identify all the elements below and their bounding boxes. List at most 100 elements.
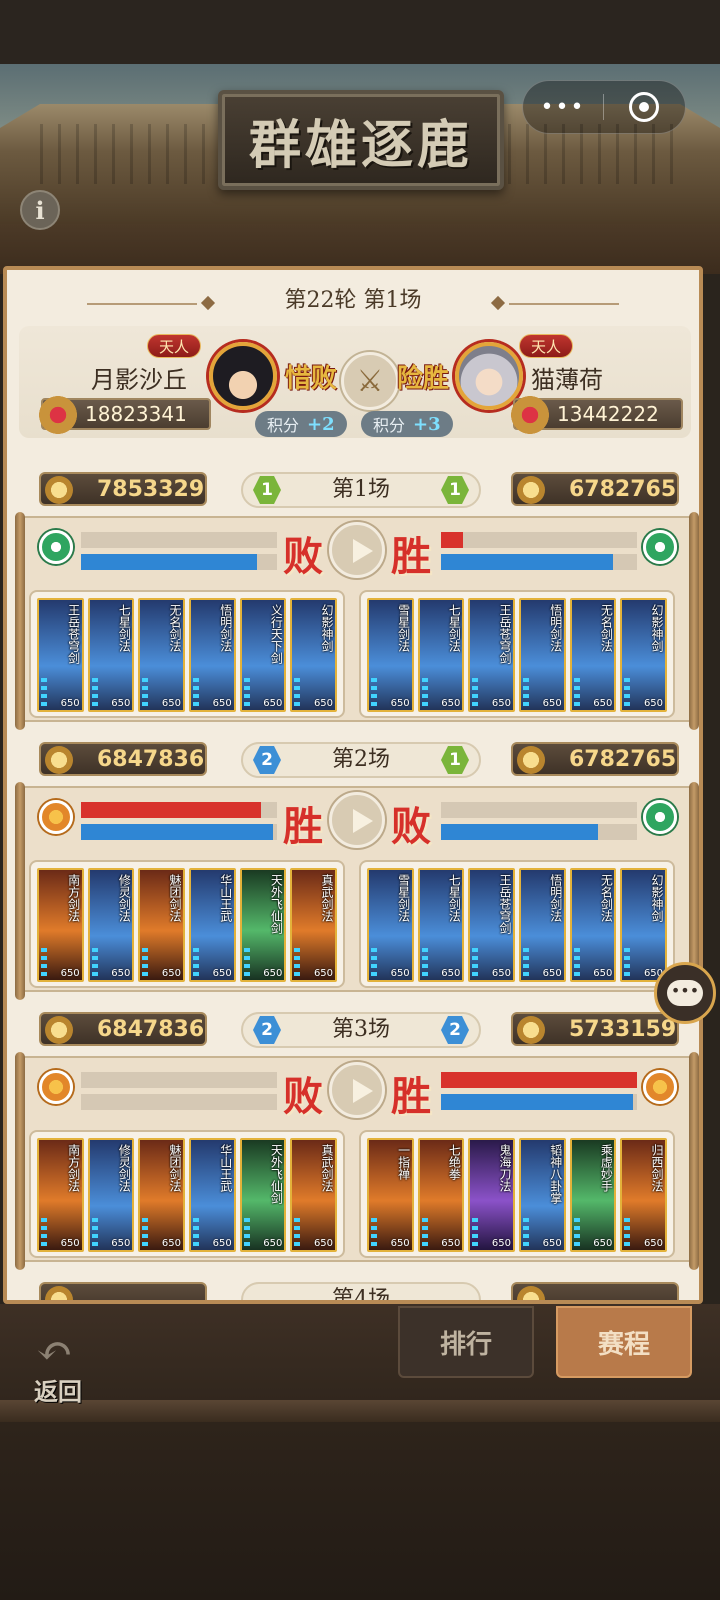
hero-card[interactable]: 王岳苍穹剑 650 bbox=[37, 598, 84, 712]
hero-card[interactable]: 无名剑法 650 bbox=[138, 598, 186, 712]
title-divider-right bbox=[509, 303, 619, 305]
right-team-lineup: 雪星剑法 650 七星剑法 650 王岳苍穹剑 650 悟明剑法 650 无名剑… bbox=[359, 860, 675, 988]
left-hp-bar bbox=[81, 532, 277, 548]
hero-card[interactable]: 真武剑法 650 bbox=[290, 1138, 338, 1252]
hero-card[interactable]: 归西剑法 650 bbox=[620, 1138, 668, 1252]
right-match-power-value: 6782765 bbox=[569, 476, 677, 502]
hero-card-name: 悟明剑法 bbox=[548, 604, 563, 652]
hero-card[interactable]: 七星剑法 650 bbox=[417, 868, 465, 982]
hero-card[interactable]: 悟明剑法 650 bbox=[519, 868, 566, 982]
gem-column bbox=[294, 948, 301, 978]
hero-card[interactable]: 无名剑法 650 bbox=[569, 868, 617, 982]
hero-card[interactable]: 天外飞仙剑 650 bbox=[239, 868, 287, 982]
hero-card[interactable]: 魅团剑法 650 bbox=[138, 868, 186, 982]
more-icon[interactable]: ••• bbox=[523, 95, 603, 120]
hero-card-name: 无名剑法 bbox=[599, 874, 614, 922]
hero-card-level: 650 bbox=[542, 698, 562, 709]
hero-card[interactable]: 南方剑法 650 bbox=[37, 868, 84, 982]
hero-card[interactable]: 华山王武 650 bbox=[189, 868, 236, 982]
hero-card-level: 650 bbox=[263, 698, 283, 709]
hero-card[interactable]: 悟明剑法 650 bbox=[189, 598, 236, 712]
hero-card[interactable]: 华山王武 650 bbox=[189, 1138, 236, 1252]
right-total-power-value: 13442222 bbox=[557, 402, 659, 426]
score-label: 积分 bbox=[267, 416, 300, 435]
hero-card[interactable]: 鬼海刀法 650 bbox=[468, 1138, 516, 1252]
left-player-avatar[interactable] bbox=[209, 342, 277, 410]
hero-card[interactable]: 七绝拳 650 bbox=[417, 1138, 465, 1252]
right-team-lineup: 雪星剑法 650 七星剑法 650 王岳苍穹剑 650 悟明剑法 650 无名剑… bbox=[359, 590, 675, 718]
hero-card-name: 无名剑法 bbox=[599, 604, 614, 652]
hero-card-level: 650 bbox=[593, 698, 613, 709]
hero-card[interactable]: 修灵剑法 650 bbox=[87, 1138, 135, 1252]
crossed-swords-icon: ⚔ bbox=[341, 352, 399, 410]
hero-card[interactable]: 王岳苍穹剑 650 bbox=[468, 868, 516, 982]
bottom-bar: ↶ 返回 排行 赛程 bbox=[0, 1304, 720, 1600]
tab-schedule[interactable]: 赛程 bbox=[556, 1306, 692, 1378]
hero-card[interactable]: 义行天下剑 650 bbox=[239, 598, 287, 712]
hero-card-level: 650 bbox=[491, 1238, 512, 1249]
match-4-left-power bbox=[39, 1282, 207, 1300]
hero-card[interactable]: 七星剑法 650 bbox=[417, 598, 465, 712]
hero-card[interactable]: 一指禅 650 bbox=[367, 1138, 414, 1252]
hero-card[interactable]: 韬神八卦掌 650 bbox=[519, 1138, 566, 1252]
scroll-rod-left bbox=[15, 1052, 25, 1270]
hero-card-level: 650 bbox=[161, 968, 182, 979]
hero-card-level: 650 bbox=[390, 698, 410, 709]
scroll-rod-left bbox=[15, 782, 25, 1000]
hero-card-name: 南方剑法 bbox=[66, 1144, 81, 1192]
hero-card[interactable]: 无名剑法 650 bbox=[569, 598, 617, 712]
hero-card[interactable]: 天外飞仙剑 650 bbox=[239, 1138, 287, 1252]
hero-card-level: 650 bbox=[313, 1238, 334, 1249]
right-energy-bar bbox=[441, 1094, 637, 1110]
left-hp-bar bbox=[81, 802, 277, 818]
hero-card[interactable]: 幻影神剑 650 bbox=[620, 868, 668, 982]
match-4-right-power bbox=[511, 1282, 679, 1300]
left-team-lineup: 南方剑法 650 修灵剑法 650 魅团剑法 650 华山王武 650 天外飞仙… bbox=[29, 1130, 345, 1258]
replay-play-button[interactable] bbox=[329, 792, 385, 848]
left-energy-bar bbox=[81, 1094, 277, 1110]
hero-card[interactable]: 七星剑法 650 bbox=[87, 598, 135, 712]
gem-column bbox=[243, 678, 250, 708]
info-icon[interactable]: i bbox=[20, 190, 60, 230]
hero-card-name: 王岳苍穹剑 bbox=[498, 604, 513, 664]
hero-card[interactable]: 王岳苍穹剑 650 bbox=[468, 598, 516, 712]
hero-card-name: 天外飞仙剑 bbox=[269, 1144, 284, 1204]
hero-card-name: 修灵剑法 bbox=[117, 874, 132, 922]
chat-bubble-button[interactable]: ••• bbox=[654, 962, 716, 1024]
replay-play-button[interactable] bbox=[329, 1062, 385, 1118]
hero-card[interactable]: 幻影神剑 650 bbox=[620, 598, 668, 712]
match-header: 6847836 第2场 2 1 6782765 bbox=[15, 742, 699, 778]
hero-card[interactable]: 乘虚妙手 650 bbox=[569, 1138, 617, 1252]
right-hp-fill bbox=[441, 532, 463, 548]
left-team-lineup: 王岳苍穹剑 650 七星剑法 650 无名剑法 650 悟明剑法 650 义行天… bbox=[29, 590, 345, 718]
gem-column bbox=[523, 1218, 530, 1248]
hero-card[interactable]: 雪星剑法 650 bbox=[367, 868, 414, 982]
right-score-pill: 积分 +3 bbox=[361, 411, 453, 437]
match-3: 6847836 第3场 2 2 5733159 败 胜 南方剑法 650 修灵剑… bbox=[15, 1012, 699, 1274]
hero-card-level: 650 bbox=[212, 1238, 232, 1249]
gem-column bbox=[573, 1218, 580, 1248]
left-match-power: 7853329 bbox=[39, 472, 207, 506]
hero-card[interactable]: 雪星剑法 650 bbox=[367, 598, 414, 712]
gem-column bbox=[523, 948, 530, 978]
gem-column bbox=[624, 678, 631, 708]
match-header: 7853329 第1场 1 1 6782765 bbox=[15, 472, 699, 508]
hero-card[interactable]: 修灵剑法 650 bbox=[87, 868, 135, 982]
hero-card[interactable]: 悟明剑法 650 bbox=[519, 598, 566, 712]
hero-card[interactable]: 魅团剑法 650 bbox=[138, 1138, 186, 1252]
gem-column bbox=[421, 1218, 428, 1248]
close-target-button[interactable] bbox=[604, 92, 684, 122]
tab-ranking[interactable]: 排行 bbox=[398, 1306, 534, 1378]
hero-card[interactable]: 幻影神剑 650 bbox=[290, 598, 338, 712]
left-match-power-value: 6847836 bbox=[97, 1016, 205, 1042]
hero-card-name: 天外飞仙剑 bbox=[269, 874, 284, 934]
replay-play-button[interactable] bbox=[329, 522, 385, 578]
match-2: 6847836 第2场 2 1 6782765 胜 败 南方剑法 650 修灵剑… bbox=[15, 742, 699, 1004]
bottom-shelf bbox=[0, 1400, 720, 1422]
hero-card-name: 韬神八卦掌 bbox=[548, 1144, 563, 1204]
hero-card[interactable]: 真武剑法 650 bbox=[290, 868, 338, 982]
left-score-delta: +2 bbox=[307, 413, 335, 435]
hero-card[interactable]: 南方剑法 650 bbox=[37, 1138, 84, 1252]
back-button[interactable]: ↶ 返回 bbox=[30, 1326, 100, 1406]
versus-strip: 天人 月影沙丘 惜败 ⚔ 险胜 天人 猫薄荷 18823341 积分 +2 积分… bbox=[19, 326, 691, 438]
